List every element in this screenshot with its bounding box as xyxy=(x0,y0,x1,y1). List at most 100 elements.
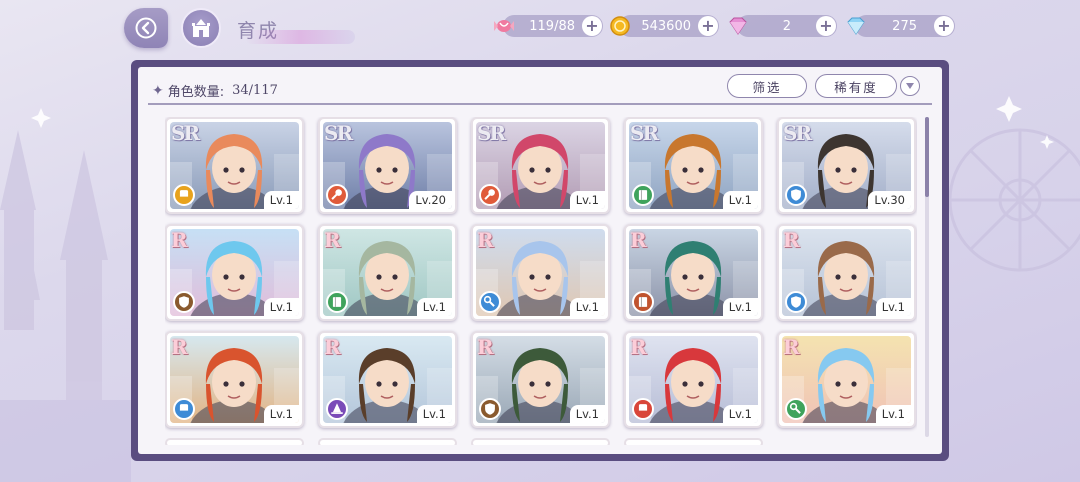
add-coin-button[interactable]: + xyxy=(698,16,718,36)
key-icon xyxy=(479,291,501,313)
key-icon xyxy=(785,398,807,420)
fist-icon xyxy=(632,398,654,420)
rarity-badge: R xyxy=(324,335,341,359)
character-card[interactable]: R Lv.1 xyxy=(318,331,457,428)
rarity-badge: SR xyxy=(171,121,200,145)
shield-icon xyxy=(173,291,195,313)
rarity-badge: R xyxy=(171,335,188,359)
level-label: Lv.1 xyxy=(263,405,299,423)
add-pink-gem-button[interactable]: + xyxy=(816,16,836,36)
level-label: Lv.1 xyxy=(569,298,605,316)
rarity-badge: SR xyxy=(630,121,659,145)
candy-icon xyxy=(489,11,519,41)
shield-icon xyxy=(479,398,501,420)
title-decoration xyxy=(245,30,355,44)
back-button[interactable] xyxy=(124,8,168,48)
shield-icon xyxy=(785,184,807,206)
sparkle-icon: ✦ xyxy=(152,82,164,99)
scrollbar[interactable] xyxy=(925,117,929,437)
panel-inner: ✦ 角色数量: 34/117 筛选 稀有度 SR Lv.1 SR Lv.20 S… xyxy=(138,67,942,454)
character-card[interactable]: SR Lv.20 xyxy=(318,117,457,214)
wand-icon xyxy=(479,184,501,206)
level-label: Lv.1 xyxy=(722,191,758,209)
book-icon xyxy=(326,291,348,313)
character-card[interactable]: R Lv.1 xyxy=(165,224,304,321)
pink-diamond-icon xyxy=(723,11,753,41)
level-label: Lv.1 xyxy=(722,405,758,423)
resource-pink-gem: 2 + xyxy=(729,15,837,37)
blue-diamond-icon xyxy=(841,11,871,41)
level-label: Lv.1 xyxy=(875,405,911,423)
pink-gem-value: 2 xyxy=(782,18,791,34)
chevron-down-icon xyxy=(906,83,914,89)
wand-icon xyxy=(326,184,348,206)
rarity-badge: SR xyxy=(324,121,353,145)
character-card[interactable]: R Lv.1 xyxy=(471,224,610,321)
rarity-badge: SR xyxy=(783,121,812,145)
blue-gem-value: 275 xyxy=(892,18,917,34)
candy-value: 119/88 xyxy=(529,18,575,34)
home-button[interactable] xyxy=(181,8,221,48)
top-bar: 育成 119/88 + 543600 + 2 + 275 + xyxy=(0,0,1080,55)
rarity-badge: R xyxy=(630,335,647,359)
resource-coin: 543600 + xyxy=(610,15,719,37)
fist-icon xyxy=(173,398,195,420)
character-card[interactable]: R Lv.1 xyxy=(165,331,304,428)
add-candy-button[interactable]: + xyxy=(582,16,602,36)
character-card[interactable]: R Lv.1 xyxy=(318,224,457,321)
level-label: Lv.1 xyxy=(875,298,911,316)
sort-order-toggle[interactable] xyxy=(900,76,920,96)
add-blue-gem-button[interactable]: + xyxy=(934,16,954,36)
rarity-badge: SR xyxy=(477,121,506,145)
book-icon xyxy=(632,184,654,206)
level-label: Lv.20 xyxy=(409,191,452,209)
level-label: Lv.1 xyxy=(569,405,605,423)
character-count-value: 34/117 xyxy=(232,83,278,98)
rarity-badge: R xyxy=(171,228,188,252)
coin-value: 543600 xyxy=(641,18,691,34)
character-card-partial[interactable] xyxy=(471,438,610,445)
scrollbar-thumb[interactable] xyxy=(925,117,929,197)
level-label: Lv.1 xyxy=(263,191,299,209)
character-card-partial[interactable] xyxy=(165,438,304,445)
header-divider xyxy=(148,103,932,105)
rarity-badge: R xyxy=(324,228,341,252)
shield-icon xyxy=(785,291,807,313)
character-card[interactable]: SR Lv.1 xyxy=(165,117,304,214)
character-count-label: 角色数量: xyxy=(167,85,225,100)
level-label: Lv.1 xyxy=(722,298,758,316)
character-card[interactable]: R Lv.1 xyxy=(624,224,763,321)
rarity-sort-button[interactable]: 稀有度 xyxy=(815,74,897,98)
castle-icon xyxy=(192,19,210,37)
level-label: Lv.1 xyxy=(416,298,452,316)
coin-icon xyxy=(605,11,635,41)
character-grid: SR Lv.1 SR Lv.20 SR Lv.1 SR Lv.1 SR Lv.3… xyxy=(165,117,917,445)
book-icon xyxy=(632,291,654,313)
rarity-badge: R xyxy=(477,228,494,252)
resource-blue-gem: 275 + xyxy=(847,15,955,37)
level-label: Lv.1 xyxy=(416,405,452,423)
character-card[interactable]: R Lv.1 xyxy=(471,331,610,428)
character-card[interactable]: SR Lv.30 xyxy=(777,117,916,214)
resource-candy: 119/88 + xyxy=(494,15,603,37)
rarity-badge: R xyxy=(477,335,494,359)
character-card-partial[interactable] xyxy=(624,438,763,445)
character-list-panel: ✦ 角色数量: 34/117 筛选 稀有度 SR Lv.1 SR Lv.20 S… xyxy=(131,60,949,461)
filter-button[interactable]: 筛选 xyxy=(727,74,807,98)
character-card[interactable]: R Lv.1 xyxy=(777,331,916,428)
character-card[interactable]: R Lv.1 xyxy=(624,331,763,428)
level-label: Lv.30 xyxy=(868,191,911,209)
fist-icon xyxy=(173,184,195,206)
character-card[interactable]: SR Lv.1 xyxy=(624,117,763,214)
character-card[interactable]: SR Lv.1 xyxy=(471,117,610,214)
character-card-partial[interactable] xyxy=(318,438,457,445)
level-label: Lv.1 xyxy=(569,191,605,209)
rarity-badge: R xyxy=(783,228,800,252)
back-arrow-icon xyxy=(135,17,157,39)
hat-icon xyxy=(326,398,348,420)
character-card[interactable]: R Lv.1 xyxy=(777,224,916,321)
level-label: Lv.1 xyxy=(263,298,299,316)
character-count: ✦ 角色数量: 34/117 xyxy=(152,81,278,101)
rarity-badge: R xyxy=(630,228,647,252)
rarity-badge: R xyxy=(783,335,800,359)
